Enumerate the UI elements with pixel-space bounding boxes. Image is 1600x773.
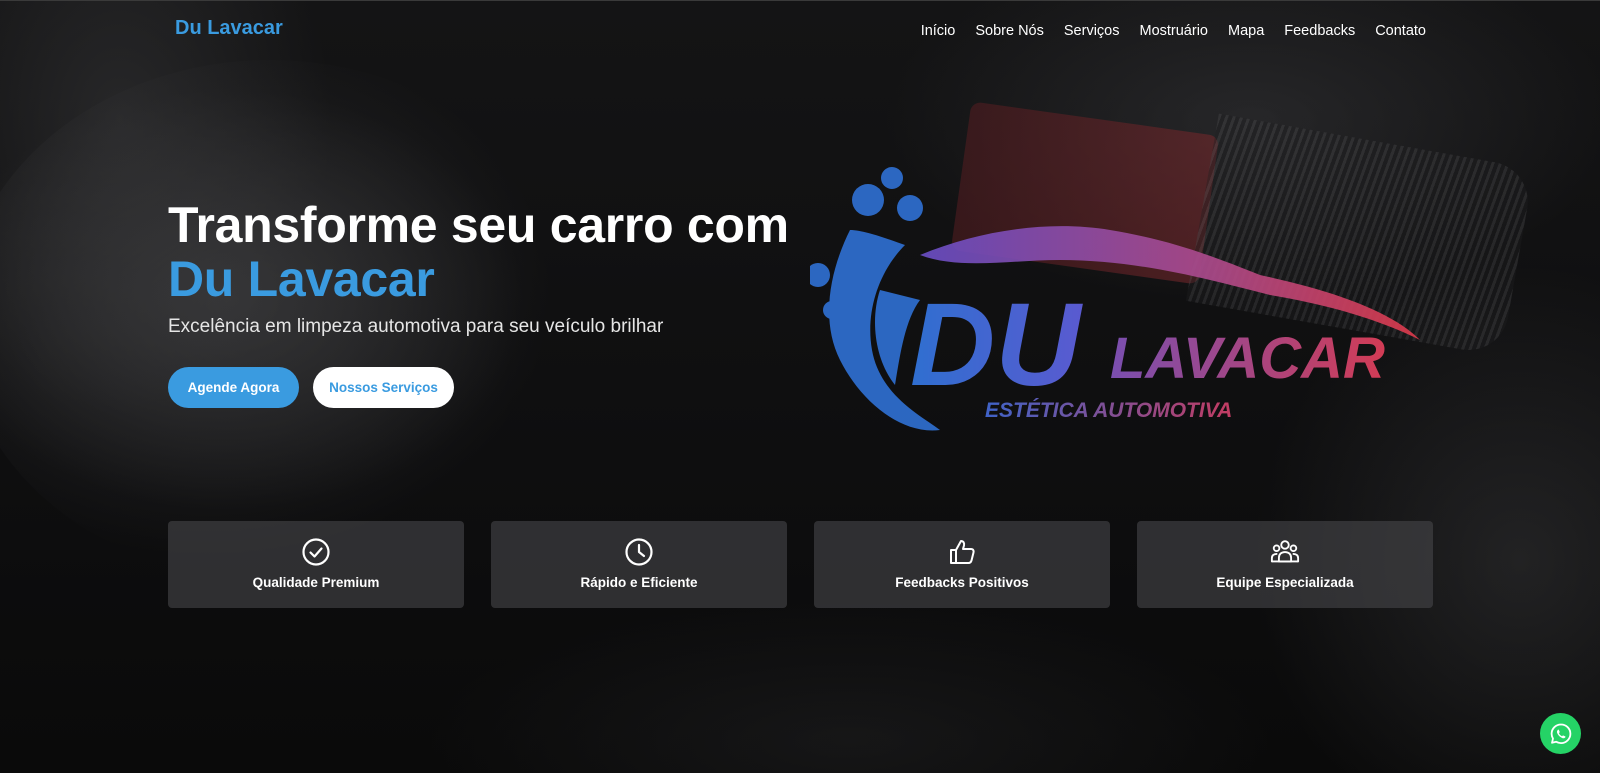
nav-item: Serviços (1064, 20, 1120, 39)
whatsapp-button[interactable] (1540, 713, 1581, 754)
du-lavacar-logo: DU LAVACAR ESTÉTICA AUTOMOTIVA (810, 167, 1420, 431)
feature-card-feedbacks: Feedbacks Positivos (814, 521, 1110, 608)
clock-icon (625, 538, 653, 566)
feature-card-speed: Rápido e Eficiente (491, 521, 787, 608)
nav-link-feedbacks[interactable]: Feedbacks (1284, 23, 1355, 39)
nav-item: Mostruário (1139, 20, 1208, 39)
logo-du: DU (910, 279, 1083, 411)
nav-item: Contato (1375, 20, 1426, 39)
schedule-now-button[interactable]: Agende Agora (168, 367, 299, 408)
nav-link-contato[interactable]: Contato (1375, 23, 1426, 39)
nav-link-inicio[interactable]: Início (921, 23, 956, 39)
nav-item: Sobre Nós (975, 20, 1044, 39)
nav-item: Mapa (1228, 20, 1264, 39)
nav-item: Feedbacks (1284, 20, 1355, 39)
logo-lavacar: LAVACAR (1110, 326, 1385, 391)
nav-link-mostruario[interactable]: Mostruário (1139, 23, 1208, 39)
feature-label: Qualidade Premium (252, 575, 380, 590)
nav-link-servicos[interactable]: Serviços (1064, 23, 1120, 39)
nav-links: Início Sobre Nós Serviços Mostruário Map… (921, 20, 1426, 39)
nav-link-sobre-nos[interactable]: Sobre Nós (975, 23, 1044, 39)
feature-card-team: Equipe Especializada (1137, 521, 1433, 608)
navbar: Du Lavacar Início Sobre Nós Serviços Mos… (0, 0, 1600, 56)
logo-tagline: ESTÉTICA AUTOMOTIVA (985, 399, 1232, 422)
whatsapp-icon (1550, 723, 1571, 744)
thumbs-up-icon (950, 540, 975, 564)
brand-logo-link[interactable]: Du Lavacar (175, 17, 283, 40)
feature-label: Rápido e Eficiente (580, 575, 698, 590)
feature-label: Equipe Especializada (1216, 575, 1354, 590)
nav-item: Início (921, 20, 956, 39)
hero-title-accent: Du Lavacar (168, 251, 435, 307)
check-circle-icon (302, 538, 330, 566)
team-icon (1270, 540, 1300, 563)
feature-card-quality: Qualidade Premium (168, 521, 464, 608)
nav-link-mapa[interactable]: Mapa (1228, 23, 1264, 39)
hero-subtitle: Excelência em limpeza automotiva para se… (168, 316, 664, 337)
our-services-button[interactable]: Nossos Serviços (313, 367, 454, 408)
hero-title-line: Transforme seu carro com (168, 197, 789, 253)
feature-label: Feedbacks Positivos (895, 575, 1029, 590)
features-row: Qualidade Premium Rápido e Eficiente Fee… (168, 521, 1433, 608)
hero-title: Transforme seu carro com Du Lavacar (168, 198, 789, 306)
